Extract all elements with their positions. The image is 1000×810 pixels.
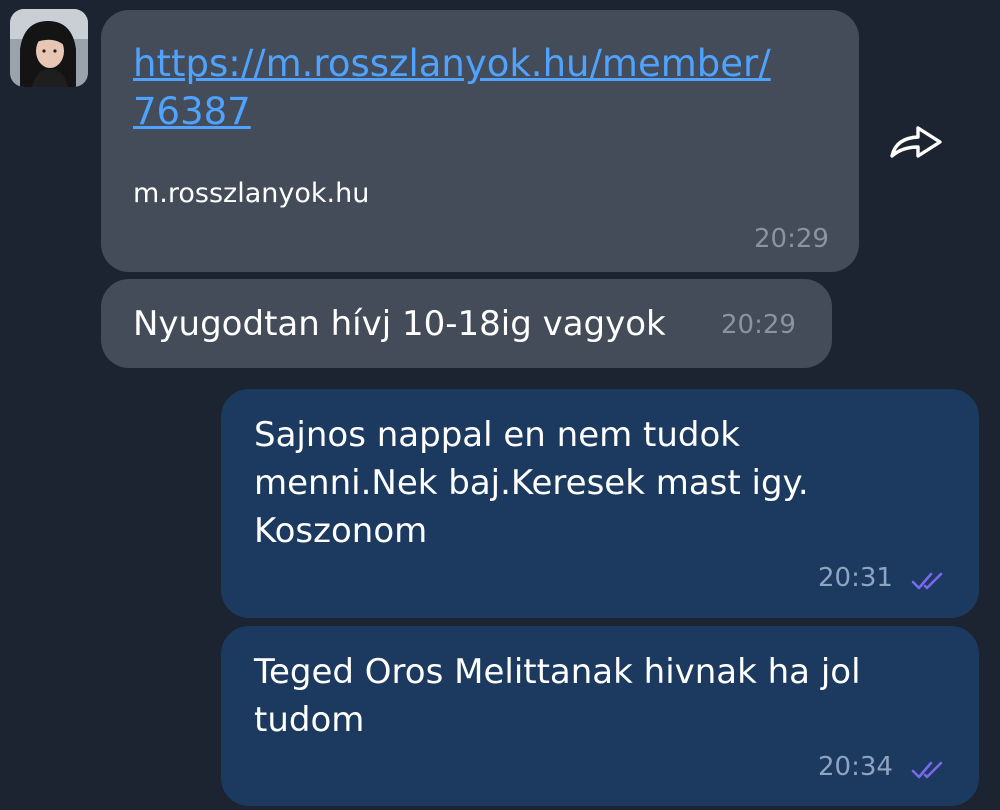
avatar-photo-icon (10, 9, 88, 87)
incoming-text-message[interactable]: Nyugodtan hívj 10-18ig vagyok 20:29 (101, 279, 832, 368)
incoming-link-message[interactable]: https://m.rosszlanyok.hu/member/76387 m.… (101, 10, 859, 272)
message-text: Nyugodtan hívj 10-18ig vagyok (133, 304, 666, 344)
message-time: 20:34 (818, 752, 893, 782)
chat-thread: https://m.rosszlanyok.hu/member/76387 m.… (0, 0, 1000, 810)
outgoing-text-message[interactable]: Sajnos nappal en nem tudok menni.Nek baj… (221, 389, 979, 618)
contact-avatar[interactable] (10, 9, 88, 87)
message-link[interactable]: https://m.rosszlanyok.hu/member/76387 (133, 40, 793, 136)
double-check-icon (911, 572, 943, 590)
message-time: 20:29 (721, 310, 796, 340)
link-preview-domain: m.rosszlanyok.hu (133, 178, 370, 209)
message-time: 20:29 (754, 224, 829, 254)
double-check-icon (911, 761, 943, 779)
forward-share-icon[interactable] (888, 122, 944, 162)
message-time: 20:31 (818, 563, 893, 593)
message-text: Sajnos nappal en nem tudok menni.Nek baj… (254, 415, 809, 551)
outgoing-text-message[interactable]: Teged Oros Melittanak hivnak ha jol tudo… (221, 626, 979, 806)
message-text: Teged Oros Melittanak hivnak ha jol tudo… (254, 652, 861, 740)
